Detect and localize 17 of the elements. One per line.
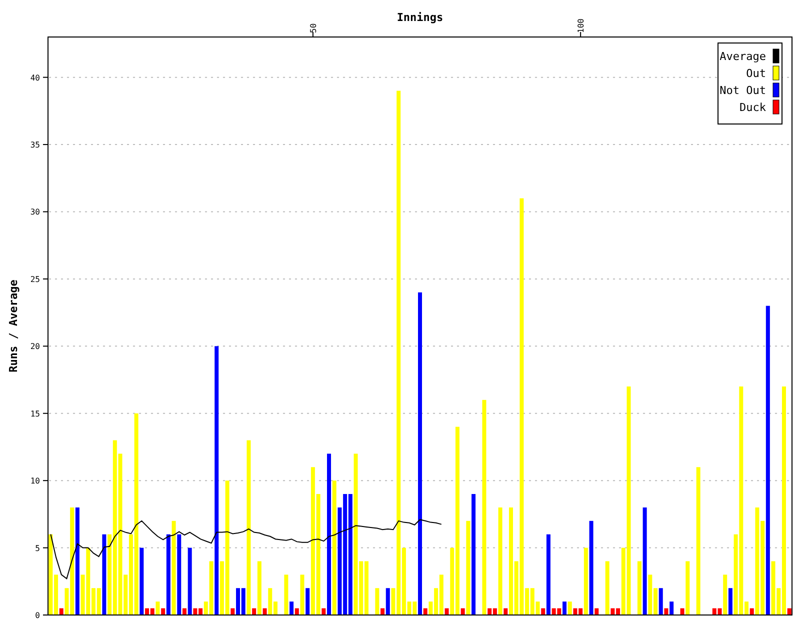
tick-label: 40 — [30, 73, 40, 82]
tick-label: 50 — [308, 23, 318, 33]
tick-label: 10 — [30, 476, 40, 486]
legend-label: Duck — [740, 101, 766, 114]
legend-label: Average — [720, 50, 766, 63]
tick-label: 20 — [30, 342, 40, 352]
tick-label: 25 — [30, 274, 40, 284]
axis-title: Innings — [396, 11, 444, 24]
legend-label: Out — [746, 67, 766, 80]
tick-label: 30 — [30, 208, 40, 217]
tick-label: 100 — [576, 18, 586, 33]
legend-label: Not Out — [720, 84, 766, 97]
tick-label: 35 — [30, 140, 40, 150]
tick-label: 0 — [35, 611, 40, 620]
axis-title: Runs / Average — [7, 280, 20, 372]
tick-label: 5 — [35, 544, 40, 553]
tick-label: 15 — [30, 409, 40, 418]
